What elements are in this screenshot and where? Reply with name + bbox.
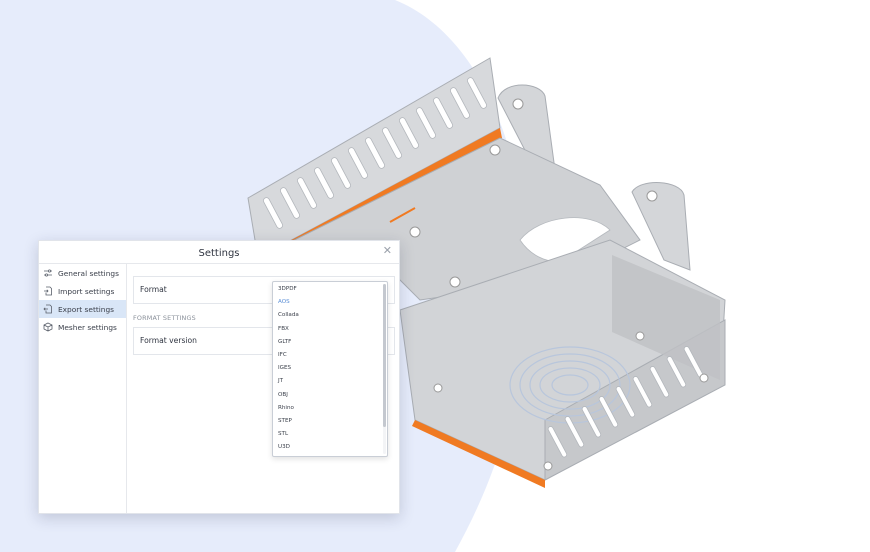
sidebar-item-mesher-settings[interactable]: Mesher settings xyxy=(39,318,126,336)
settings-sidebar: General settings Import settings Export … xyxy=(39,264,127,513)
format-option-step[interactable]: STEP xyxy=(273,415,387,428)
format-option-aos[interactable]: AOS xyxy=(273,296,387,309)
format-option-fbx[interactable]: FBX xyxy=(273,323,387,336)
format-option-ifc[interactable]: IFC xyxy=(273,349,387,362)
file-export-icon xyxy=(43,304,53,314)
sidebar-item-import-settings[interactable]: Import settings xyxy=(39,282,126,300)
format-option-3dpdf[interactable]: 3DPDF xyxy=(273,283,387,296)
sliders-icon xyxy=(43,268,53,278)
dialog-title: Settings xyxy=(198,248,240,259)
close-icon[interactable]: ✕ xyxy=(383,244,392,257)
sidebar-item-label: Import settings xyxy=(58,286,115,296)
format-option-obj[interactable]: OBJ xyxy=(273,389,387,402)
sidebar-item-label: Export settings xyxy=(58,304,115,314)
format-option-iges[interactable]: IGES xyxy=(273,362,387,375)
cube-icon xyxy=(43,322,53,332)
format-option-jt[interactable]: JT xyxy=(273,375,387,388)
format-settings-heading: FORMAT SETTINGS xyxy=(133,314,196,322)
format-option-rhino[interactable]: Rhino xyxy=(273,402,387,415)
format-option-collada[interactable]: Collada xyxy=(273,309,387,322)
format-option-u3d[interactable]: U3D xyxy=(273,441,387,454)
format-version-label: Format version xyxy=(140,336,197,345)
sidebar-item-export-settings[interactable]: Export settings xyxy=(39,300,126,318)
format-dropdown-list[interactable]: 3DPDF AOS Collada FBX GLTF IFC IGES JT O… xyxy=(272,281,388,457)
sidebar-item-general-settings[interactable]: General settings xyxy=(39,264,126,282)
dialog-titlebar: Settings ✕ xyxy=(39,241,399,264)
sidebar-item-label: Mesher settings xyxy=(58,322,117,332)
file-import-icon xyxy=(43,286,53,296)
format-option-gltf[interactable]: GLTF xyxy=(273,336,387,349)
format-option-stl[interactable]: STL xyxy=(273,428,387,441)
sidebar-item-label: General settings xyxy=(58,268,119,278)
format-label: Format xyxy=(140,285,167,294)
dropdown-scrollbar-thumb[interactable] xyxy=(383,284,386,427)
